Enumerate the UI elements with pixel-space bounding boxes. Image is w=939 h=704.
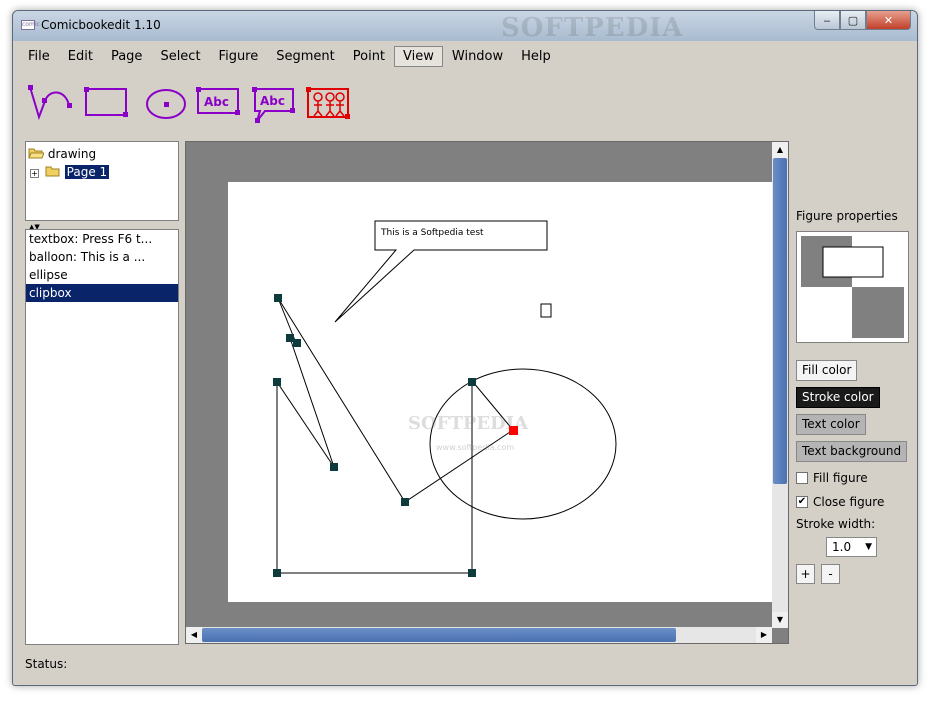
app-window: comic Comicbookedit 1.10 SOFTPEDIA ‒ ▢ ✕…: [12, 10, 918, 686]
menu-view[interactable]: View: [394, 45, 443, 67]
maximize-button[interactable]: ▢: [840, 11, 866, 30]
canvas-watermark-url: www.softpedia.com: [436, 443, 514, 452]
properties-title: Figure properties: [796, 209, 898, 223]
menu-select[interactable]: Select: [151, 46, 209, 67]
curve-tool-icon: [28, 85, 72, 121]
curve-tool-button[interactable]: [27, 83, 77, 126]
preview-swatch: [801, 236, 904, 338]
vertical-scrollbar[interactable]: ▲ ▼: [772, 142, 788, 628]
stroke-width-label: Stroke width:: [796, 517, 876, 531]
horizontal-scroll-thumb[interactable]: [202, 628, 676, 642]
menu-bar: File Edit Page Select Figure Segment Poi…: [19, 45, 913, 67]
figure-preview: [796, 231, 909, 343]
textbox-tool-button[interactable]: Abc: [195, 83, 243, 126]
scroll-left-button[interactable]: ◀: [186, 627, 202, 643]
tree-node-label: Page 1: [64, 165, 110, 179]
clipbox-tool-icon: [306, 87, 350, 119]
close-figure-checkbox[interactable]: ✔ Close figure: [796, 495, 884, 509]
maximize-icon: ▢: [847, 13, 859, 27]
menu-figure[interactable]: Figure: [210, 46, 268, 67]
chevron-down-icon: ▼: [865, 542, 872, 552]
stroke-color-button[interactable]: Stroke color: [796, 387, 880, 408]
fill-color-button[interactable]: Fill color: [796, 360, 858, 381]
list-item[interactable]: clipbox: [26, 284, 178, 302]
text-background-button[interactable]: Text background: [796, 441, 908, 462]
list-item[interactable]: balloon: This is a ...: [26, 248, 178, 266]
page-tree: drawing + Page 1: [25, 141, 179, 221]
figure-properties-panel: Figure properties Fill color Stroke colo…: [795, 209, 913, 589]
toolbar: Abc Abc: [19, 73, 913, 135]
close-icon: ✕: [883, 13, 894, 27]
minimize-button[interactable]: ‒: [814, 11, 840, 30]
tree-node-page1[interactable]: + Page 1: [30, 164, 110, 180]
tree-node-drawing[interactable]: drawing: [28, 146, 96, 162]
close-figure-label: Close figure: [813, 495, 885, 509]
selected-point-handle[interactable]: [509, 426, 518, 435]
clipbox-path[interactable]: [277, 297, 514, 503]
menu-segment[interactable]: Segment: [267, 46, 344, 67]
balloon-tool-button[interactable]: Abc: [249, 83, 299, 128]
fill-figure-label: Fill figure: [813, 471, 868, 485]
rectangle-tool-button[interactable]: [83, 83, 131, 126]
textbox-tool-label: Abc: [204, 95, 229, 109]
menu-window[interactable]: Window: [443, 46, 512, 67]
minimize-icon: ‒: [823, 13, 831, 27]
ellipse-tool-button[interactable]: [143, 83, 191, 126]
menu-help[interactable]: Help: [512, 46, 560, 67]
list-item[interactable]: ellipse: [26, 266, 178, 284]
figure-list: textbox: Press F6 t... balloon: This is …: [25, 229, 179, 645]
window-title: Comicbookedit 1.10: [41, 18, 161, 32]
menu-file[interactable]: File: [19, 46, 59, 67]
stroke-width-value: 1.0: [832, 540, 852, 554]
textbox-tool-icon: Abc: [196, 87, 240, 115]
horizontal-scrollbar[interactable]: ◀ ▶: [186, 627, 772, 643]
balloon-text: This is a Softpedia test: [380, 228, 484, 238]
left-panel: drawing + Page 1 ▲▼ textbox: Press F6 t.…: [25, 141, 179, 645]
fill-figure-checkbox[interactable]: Fill figure: [796, 471, 868, 485]
ellipse-tool-icon: [146, 89, 186, 119]
app-icon: comic: [21, 20, 40, 30]
expand-icon[interactable]: +: [30, 169, 39, 178]
drawing-canvas[interactable]: This is a Softpedia test SOFTPEDIA www.s…: [185, 141, 789, 644]
stroke-width-select[interactable]: 1.0 ▼: [826, 537, 877, 557]
folder-icon: [45, 166, 60, 177]
increase-stroke-button[interactable]: +: [796, 564, 815, 584]
point-handles[interactable]: [273, 294, 476, 577]
title-bar[interactable]: comic Comicbookedit 1.10 SOFTPEDIA ‒ ▢ ✕: [13, 11, 917, 43]
balloon-tool-label: Abc: [260, 94, 285, 108]
open-folder-icon: [28, 148, 45, 159]
menu-page[interactable]: Page: [102, 46, 151, 67]
scroll-down-button[interactable]: ▼: [772, 612, 788, 628]
comic-page[interactable]: This is a Softpedia test SOFTPEDIA www.s…: [228, 182, 772, 602]
close-button[interactable]: ✕: [866, 11, 911, 30]
decrease-stroke-button[interactable]: -: [821, 564, 840, 584]
clipbox-tool-button[interactable]: [305, 83, 355, 126]
text-color-button[interactable]: Text color: [796, 414, 866, 435]
rectangle-tool-icon: [84, 87, 128, 117]
balloon-tool-icon: Abc: [252, 87, 295, 123]
fill-figure-box[interactable]: [796, 472, 808, 484]
status-bar: Status:: [25, 657, 68, 671]
title-watermark: SOFTPEDIA: [501, 13, 684, 43]
vertical-scroll-thumb[interactable]: [773, 158, 787, 484]
list-item[interactable]: textbox: Press F6 t...: [26, 230, 178, 248]
clipbox-outline[interactable]: [276, 337, 473, 574]
menu-edit[interactable]: Edit: [59, 46, 102, 67]
page-drawing: This is a Softpedia test SOFTPEDIA www.s…: [273, 220, 617, 577]
tree-node-label: drawing: [47, 147, 97, 161]
close-figure-box[interactable]: ✔: [796, 496, 808, 508]
scroll-right-button[interactable]: ▶: [756, 627, 772, 643]
small-textbox[interactable]: [540, 303, 552, 318]
scroll-up-button[interactable]: ▲: [772, 142, 788, 158]
menu-point[interactable]: Point: [344, 46, 394, 67]
